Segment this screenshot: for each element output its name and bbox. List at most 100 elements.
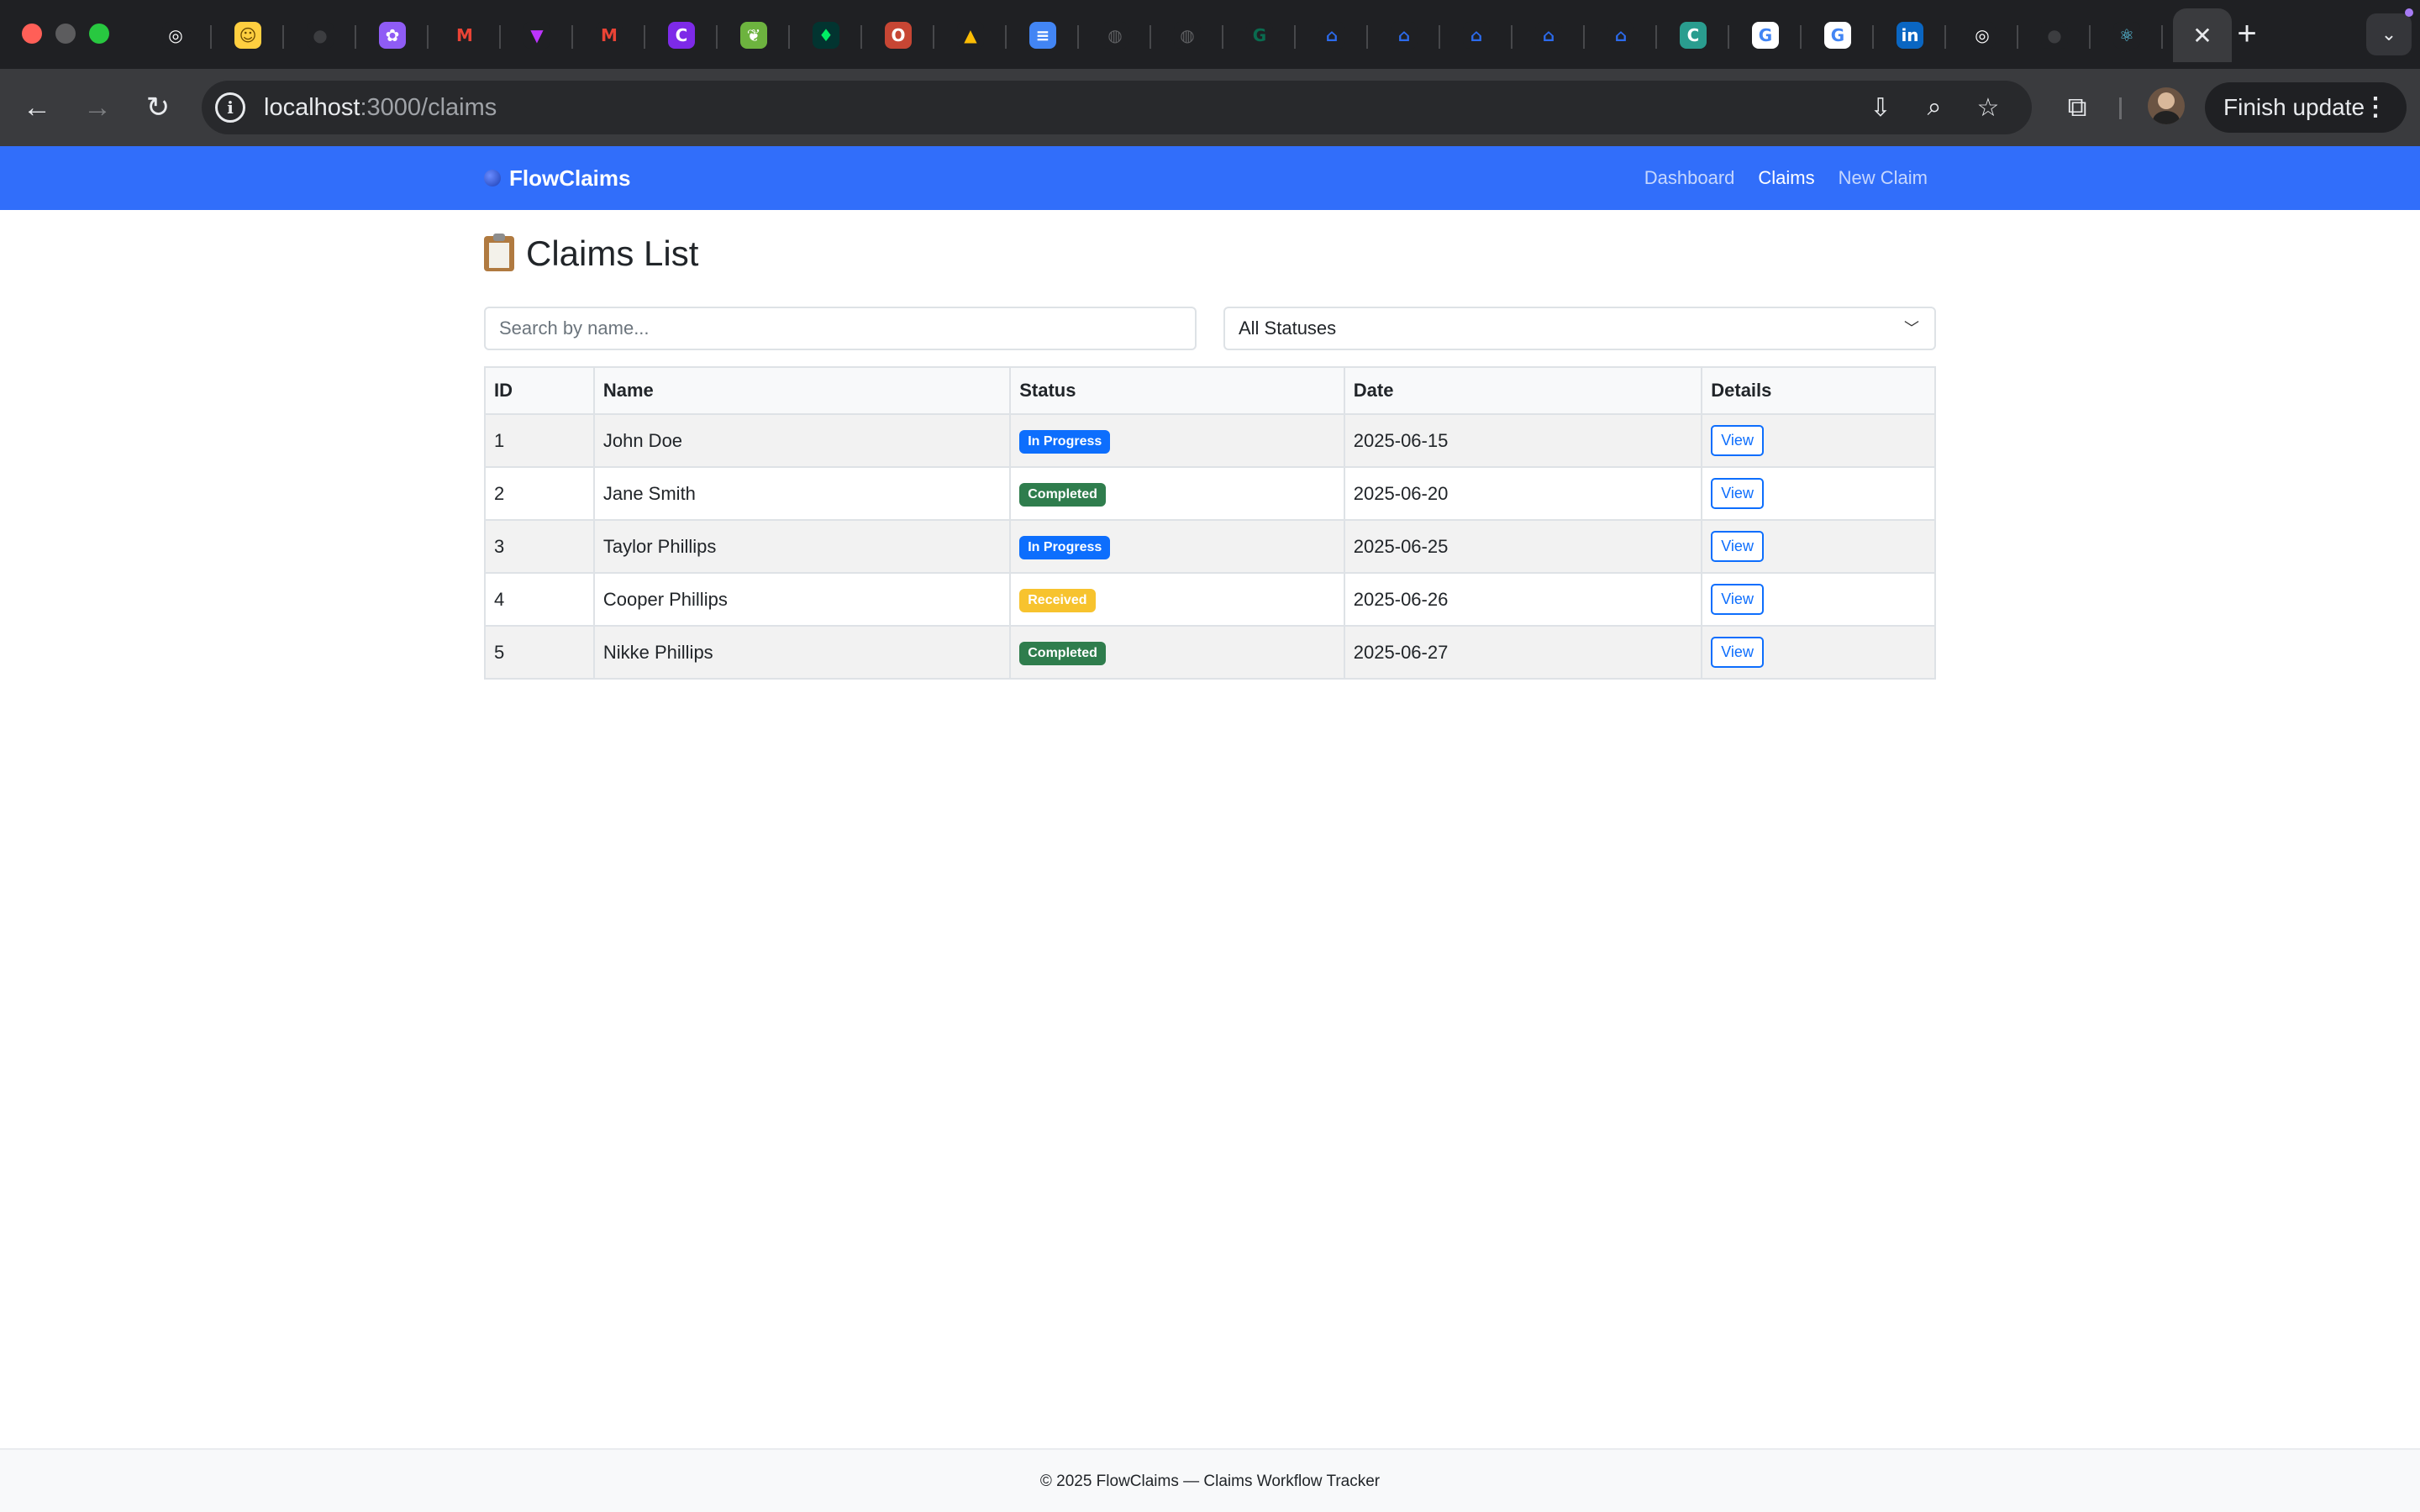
vite-icon: ▼: [523, 22, 550, 49]
url-text[interactable]: localhost:3000/claims: [264, 92, 497, 123]
browser-tab[interactable]: ⌂: [1585, 8, 1657, 62]
gmail-icon: M: [596, 22, 623, 49]
url-host: localhost: [264, 94, 360, 121]
status-filter-select[interactable]: All Statuses ﹀: [1223, 307, 1936, 350]
browser-tab[interactable]: M: [573, 8, 645, 62]
window-minimize-button[interactable]: [55, 24, 76, 44]
zillow-icon: ⌂: [1318, 22, 1345, 49]
browser-tab[interactable]: O: [862, 8, 934, 62]
zillow-icon: ⌂: [1391, 22, 1418, 49]
browser-tab-active[interactable]: ✕: [2173, 8, 2232, 62]
canva-icon: C: [668, 22, 695, 49]
status-badge: Completed: [1019, 482, 1106, 507]
brand-logo-icon: [484, 170, 501, 186]
cell-name: Cooper Phillips: [592, 572, 1012, 627]
tab-search-button[interactable]: ⌄: [2366, 13, 2412, 55]
browser-tab[interactable]: M: [429, 8, 501, 62]
browser-tab[interactable]: ⚛: [2091, 8, 2163, 62]
huggingface-icon: ☺: [234, 22, 261, 49]
linkedin-icon: in: [1897, 22, 1923, 49]
browser-toolbar: ← → ↻ i localhost:3000/claims ⇩ ⌕ ☆ ⧉ Fi…: [0, 69, 2420, 146]
browser-tab[interactable]: ●: [2018, 8, 2091, 62]
close-tab-icon[interactable]: ✕: [2192, 22, 2212, 50]
cell-date: 2025-06-27: [1343, 625, 1703, 680]
extensions-puzzle-icon[interactable]: ⧉: [2059, 89, 2096, 126]
claims-table: ID Name Status Date Details 1 John Doe In …: [484, 366, 1936, 680]
github-icon: ●: [307, 22, 334, 49]
browser-tab[interactable]: ⌂: [1368, 8, 1440, 62]
more-menu-icon[interactable]: ⋮: [2363, 82, 2388, 133]
browser-tab[interactable]: C: [645, 8, 718, 62]
browser-tab[interactable]: ●: [284, 8, 356, 62]
brand-link[interactable]: FlowClaims: [484, 163, 630, 193]
cell-status: In Progress: [1009, 519, 1345, 574]
cell-date: 2025-06-15: [1343, 413, 1703, 468]
cell-details: View: [1701, 519, 1936, 574]
browser-tab[interactable]: ◎: [139, 8, 212, 62]
browser-tab[interactable]: G: [1729, 8, 1802, 62]
address-bar[interactable]: i localhost:3000/claims ⇩ ⌕ ☆: [202, 81, 2032, 134]
browser-tab[interactable]: ◍: [1079, 8, 1151, 62]
view-claim-button[interactable]: View: [1711, 531, 1764, 562]
browser-tab[interactable]: ≡: [1007, 8, 1079, 62]
window-maximize-button[interactable]: [89, 24, 109, 44]
globe-icon: ◍: [1102, 22, 1128, 49]
nav-link-new-claim[interactable]: New Claim: [1839, 163, 1928, 193]
zillow-icon: ⌂: [1535, 22, 1562, 49]
table-row: 5 Nikke Phillips Completed 2025-06-27 View: [484, 625, 1936, 680]
browser-tab[interactable]: in: [1874, 8, 1946, 62]
finish-update-button[interactable]: Finish update ⋮: [2205, 82, 2407, 133]
cell-name: Nikke Phillips: [592, 625, 1012, 680]
cell-date: 2025-06-26: [1343, 572, 1703, 627]
browser-tab[interactable]: ✿: [356, 8, 429, 62]
browser-tab[interactable]: ⌂: [1440, 8, 1512, 62]
reload-icon[interactable]: ↻: [138, 87, 178, 128]
google-icon: G: [1824, 22, 1851, 49]
gmail-icon: M: [451, 22, 478, 49]
browser-tab[interactable]: ▲: [934, 8, 1007, 62]
browser-tab[interactable]: ▼: [501, 8, 573, 62]
install-app-icon[interactable]: ⇩: [1864, 91, 1897, 124]
url-path: :3000/claims: [360, 94, 497, 121]
zoom-icon[interactable]: ⌕: [1918, 91, 1951, 124]
browser-tab[interactable]: ⌂: [1296, 8, 1368, 62]
coursera-icon: C: [1680, 22, 1707, 49]
window-close-button[interactable]: [22, 24, 42, 44]
browser-tab[interactable]: ◍: [1151, 8, 1223, 62]
cell-details: View: [1701, 625, 1936, 680]
cell-details: View: [1701, 572, 1936, 627]
browser-tab[interactable]: ◎: [1946, 8, 2018, 62]
site-info-icon[interactable]: i: [215, 92, 245, 123]
nav-link-dashboard[interactable]: Dashboard: [1644, 163, 1735, 193]
search-input[interactable]: [484, 307, 1197, 350]
view-claim-button[interactable]: View: [1711, 637, 1764, 668]
new-tab-button[interactable]: +: [2228, 17, 2265, 54]
browser-tab[interactable]: G: [1802, 8, 1874, 62]
browser-tab[interactable]: ☺: [212, 8, 284, 62]
browser-tab-strip: ◎ ☺ ● ✿ M ▼ M C ❦ ♦ O ▲ ≡ ◍ ◍ G ⌂ ⌂ ⌂ ⌂ ⌂ C G Gin ◎ ● ⚛ ✕ + ⌄: [0, 0, 2420, 69]
browser-tab[interactable]: C: [1657, 8, 1729, 62]
view-claim-button[interactable]: View: [1711, 584, 1764, 615]
browser-tab[interactable]: G: [1223, 8, 1296, 62]
browser-tab[interactable]: ❦: [718, 8, 790, 62]
cell-details: View: [1701, 466, 1936, 521]
cell-id: 4: [484, 572, 595, 627]
browser-tab[interactable]: ♦: [790, 8, 862, 62]
footer-text: © 2025 FlowClaims — Claims Workflow Trac…: [1039, 1473, 1381, 1490]
nav-link-claims[interactable]: Claims: [1758, 163, 1814, 193]
status-badge: Completed: [1019, 641, 1106, 665]
cell-details: View: [1701, 413, 1936, 468]
forward-arrow-icon[interactable]: →: [77, 87, 118, 128]
view-claim-button[interactable]: View: [1711, 478, 1764, 509]
browser-tab[interactable]: ⌂: [1512, 8, 1585, 62]
globe-icon: ◍: [1174, 22, 1201, 49]
bookmark-star-icon[interactable]: ☆: [1971, 91, 2005, 124]
finish-update-label: Finish update: [2223, 94, 2365, 120]
profile-avatar[interactable]: [2148, 87, 2185, 124]
google-drive-icon: ▲: [957, 22, 984, 49]
cell-id: 5: [484, 625, 595, 680]
cell-id: 1: [484, 413, 595, 468]
view-claim-button[interactable]: View: [1711, 425, 1764, 456]
cell-name: John Doe: [592, 413, 1012, 468]
back-arrow-icon[interactable]: ←: [17, 87, 57, 128]
